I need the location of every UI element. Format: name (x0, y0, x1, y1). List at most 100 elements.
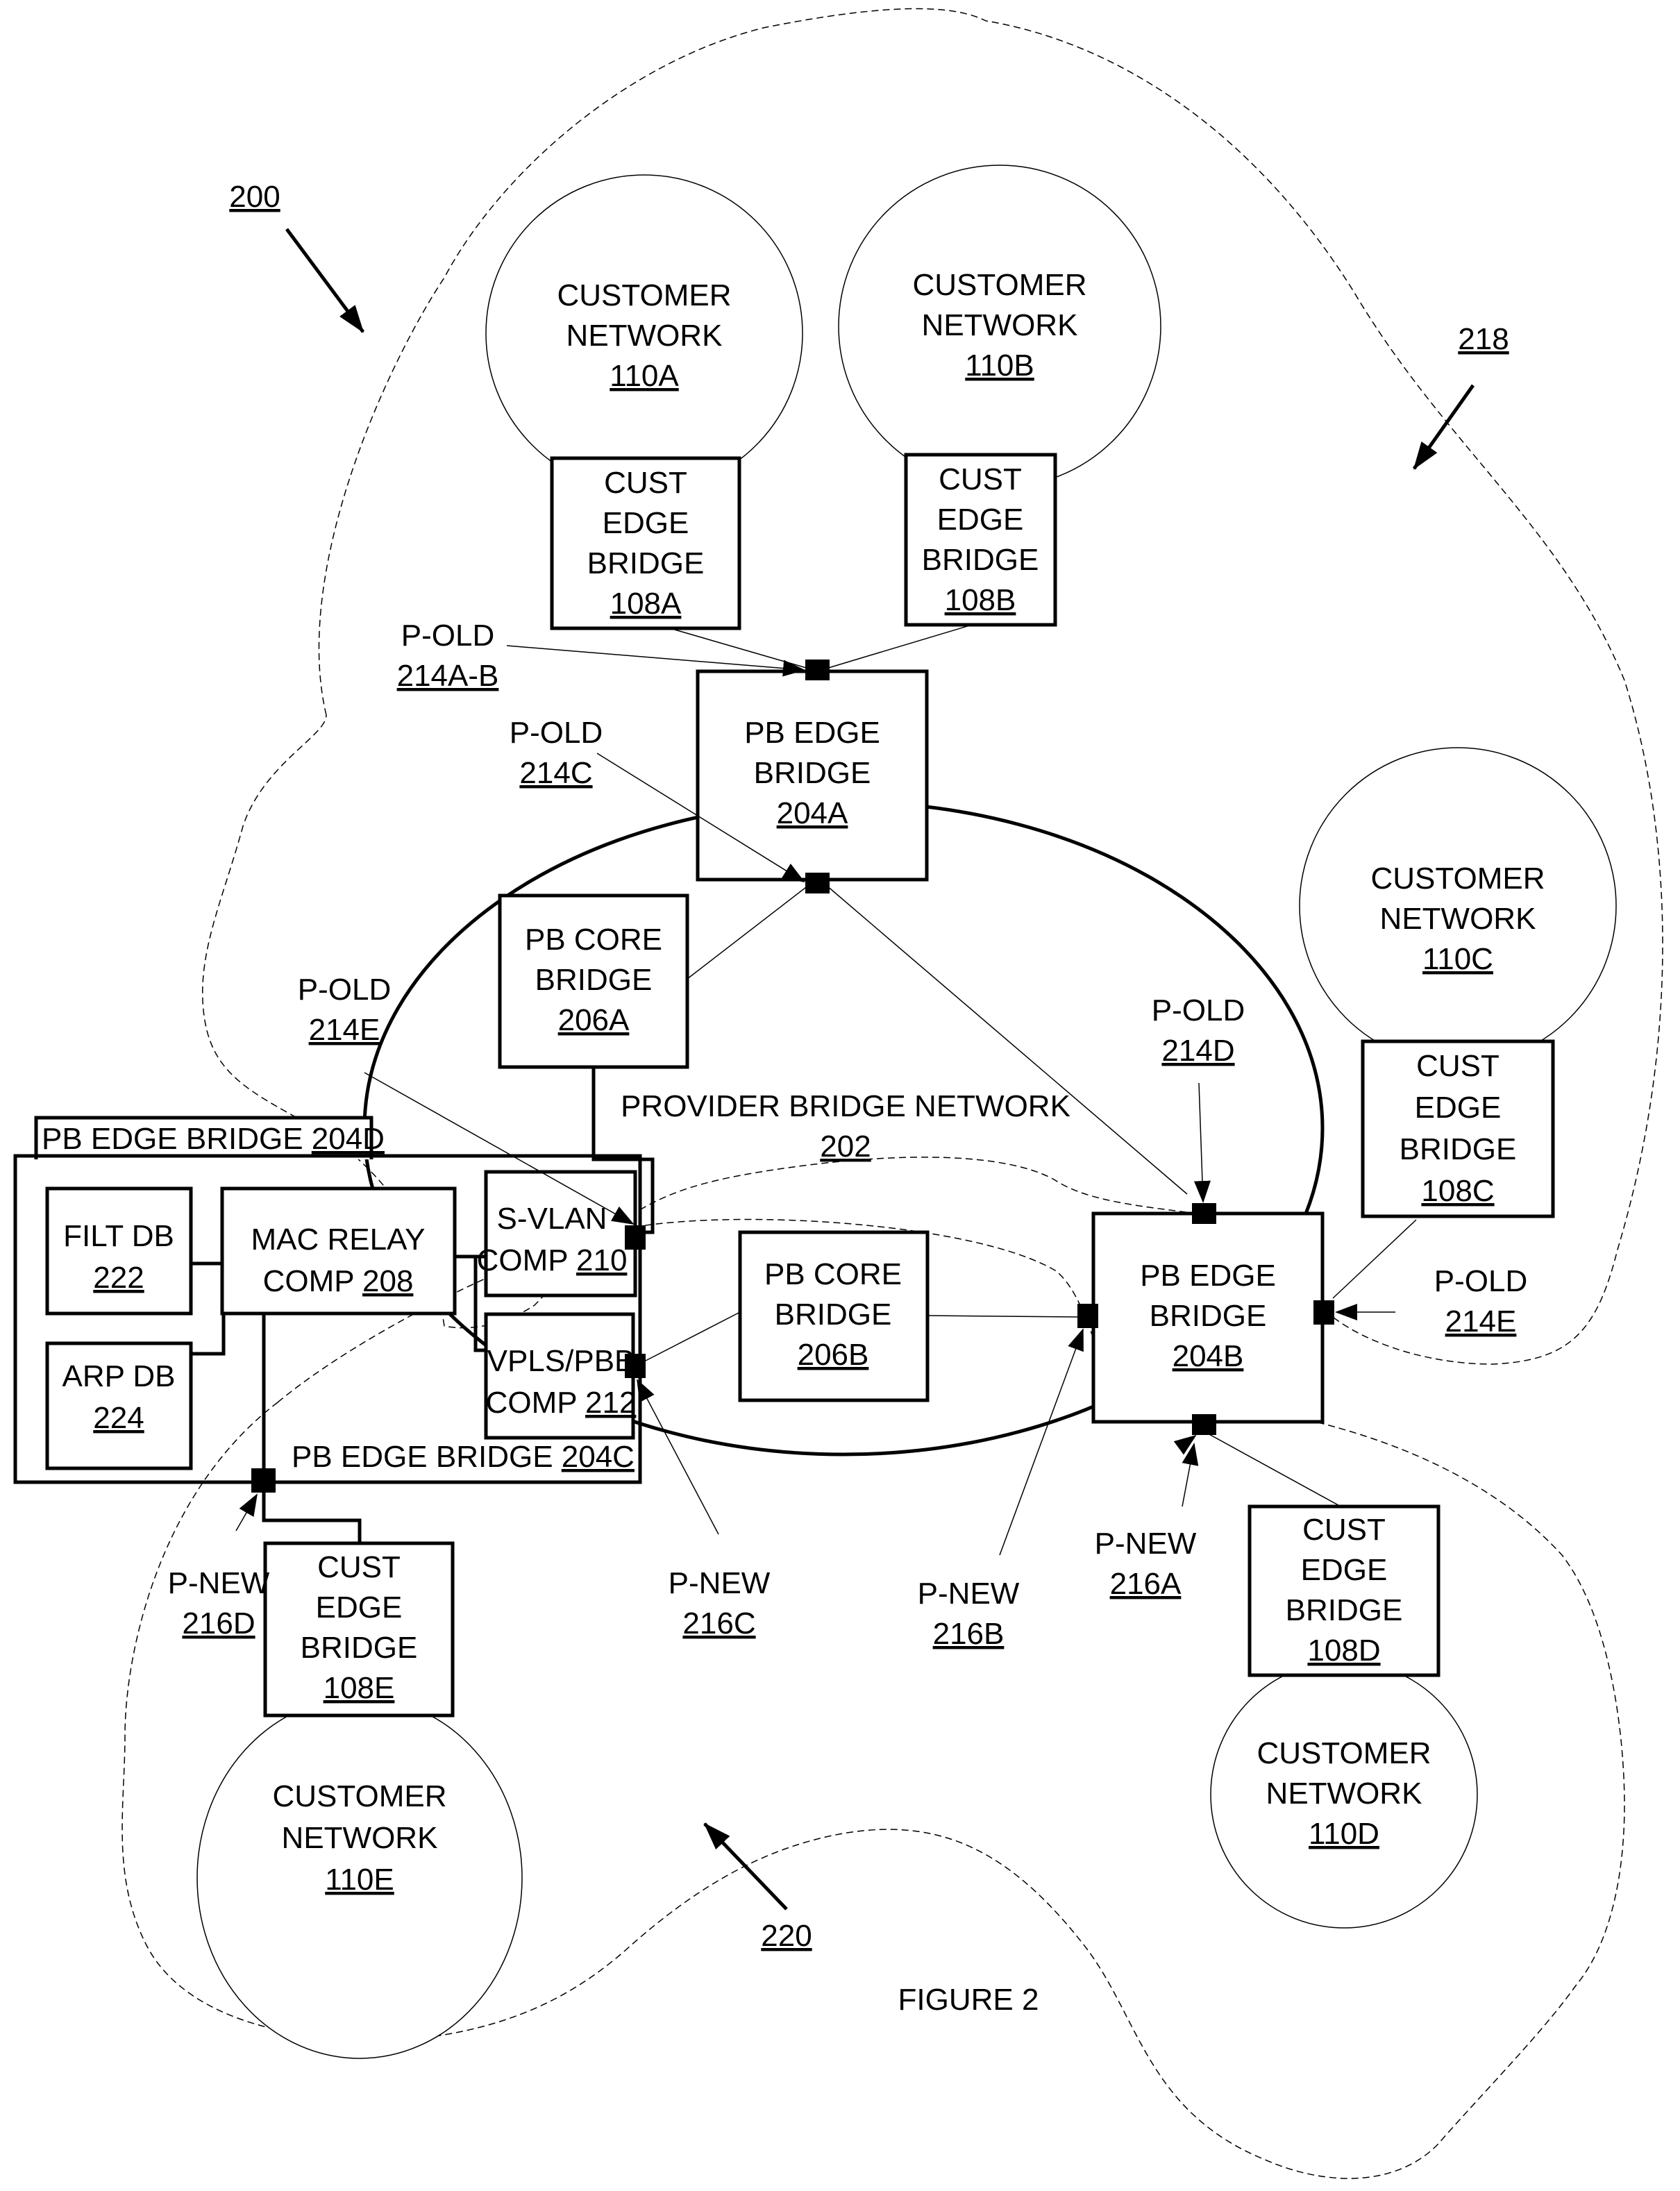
svg-text:214D: 214D (1161, 1034, 1234, 1068)
svg-text:BRIDGE: BRIDGE (1150, 1299, 1267, 1333)
svg-text:EDGE: EDGE (316, 1590, 403, 1625)
svg-text:PROVIDER BRIDGE NETWORK: PROVIDER BRIDGE NETWORK (621, 1089, 1070, 1123)
svg-text:206A: 206A (558, 1003, 630, 1037)
svg-text:EDGE: EDGE (1301, 1553, 1388, 1587)
svg-text:NETWORK: NETWORK (1380, 902, 1536, 936)
cust-edge-bridge-108d: CUST EDGE BRIDGE 108D (1248, 1504, 1440, 1677)
vpls-pbb-comp-212: VPLS/PBB COMP 212 (484, 1312, 637, 1440)
svg-text:CUST: CUST (604, 466, 687, 500)
svg-text:110A: 110A (610, 359, 679, 393)
svg-text:CUST: CUST (939, 462, 1022, 496)
svg-text:P-NEW: P-NEW (168, 1566, 270, 1600)
svg-text:NETWORK: NETWORK (1266, 1777, 1422, 1811)
filt-db-222: FILT DB 222 (45, 1186, 193, 1316)
mac-relay-comp-208: MAC RELAY COMP 208 (220, 1186, 457, 1316)
port-216a (1192, 1414, 1216, 1435)
svg-text:FILT DB: FILT DB (63, 1219, 174, 1253)
svg-text:BRIDGE: BRIDGE (754, 756, 871, 790)
svg-text:110B: 110B (965, 349, 1034, 383)
svg-text:EDGE: EDGE (603, 506, 689, 540)
svg-text:222: 222 (93, 1261, 144, 1295)
svg-text:P-OLD: P-OLD (510, 716, 603, 750)
port-214a-b (805, 660, 830, 680)
svg-text:BRIDGE: BRIDGE (1400, 1132, 1517, 1166)
cust-edge-bridge-108c: CUST EDGE BRIDGE 108C (1361, 1039, 1555, 1218)
svg-text:CUST: CUST (1416, 1049, 1500, 1083)
svg-text:110C: 110C (1422, 942, 1493, 976)
svg-text:110E: 110E (325, 1863, 394, 1897)
pb-edge-bridge-204a: PB EDGE BRIDGE 204A (696, 669, 929, 882)
svg-text:CUSTOMER: CUSTOMER (273, 1779, 447, 1813)
svg-text:PB EDGE BRIDGE 204D: PB EDGE BRIDGE 204D (42, 1122, 385, 1156)
svg-text:P-OLD: P-OLD (298, 973, 391, 1007)
cust-edge-bridge-108a: CUST EDGE BRIDGE 108A (550, 456, 741, 630)
svg-text:214A-B: 214A-B (397, 659, 499, 693)
svg-text:CUSTOMER: CUSTOMER (1371, 862, 1545, 896)
port-216c (625, 1354, 646, 1378)
svg-text:BRIDGE: BRIDGE (1286, 1593, 1403, 1627)
ref-220-arrow (703, 1822, 788, 1911)
svg-text:CUST: CUST (317, 1550, 401, 1584)
svg-text:ARP DB: ARP DB (62, 1359, 175, 1393)
svg-text:216A: 216A (1110, 1567, 1182, 1601)
svg-text:CUSTOMER: CUSTOMER (913, 268, 1087, 302)
svg-text:P-OLD: P-OLD (401, 619, 494, 653)
pb-edge-bridge-204b: PB EDGE BRIDGE 204B (1091, 1211, 1325, 1424)
svg-text:P-OLD: P-OLD (1152, 993, 1245, 1027)
s-vlan-comp-210: S-VLAN COMP 210 (477, 1170, 637, 1298)
svg-text:110D: 110D (1309, 1817, 1379, 1851)
svg-text:108D: 108D (1307, 1634, 1380, 1668)
svg-text:COMP 208: COMP 208 (263, 1264, 414, 1298)
svg-text:202: 202 (820, 1130, 871, 1164)
svg-text:BRIDGE: BRIDGE (922, 543, 1039, 577)
svg-text:VPLS/PBB: VPLS/PBB (487, 1344, 635, 1378)
svg-text:EDGE: EDGE (937, 503, 1024, 537)
svg-text:P-NEW: P-NEW (918, 1577, 1020, 1611)
port-214e-left (625, 1225, 646, 1250)
svg-text:MAC RELAY: MAC RELAY (251, 1223, 425, 1257)
pb-edge-bridge-204d: PB EDGE BRIDGE 204D (34, 1116, 385, 1159)
provider-bridge-network-label: PROVIDER BRIDGE NETWORK 202 (621, 1089, 1070, 1164)
svg-text:COMP 212: COMP 212 (486, 1386, 637, 1420)
svg-text:214E: 214E (1445, 1304, 1517, 1338)
svg-text:216C: 216C (682, 1606, 755, 1640)
svg-text:NETWORK: NETWORK (922, 308, 1078, 342)
arp-db-224: ARP DB 224 (45, 1341, 193, 1470)
figure-title: FIGURE 2 (898, 1983, 1039, 2017)
svg-text:204B: 204B (1173, 1339, 1244, 1373)
svg-text:CUSTOMER: CUSTOMER (557, 278, 732, 312)
svg-text:216D: 216D (182, 1606, 255, 1640)
svg-text:BRIDGE: BRIDGE (535, 963, 653, 997)
svg-text:206B: 206B (798, 1338, 869, 1372)
svg-text:204A: 204A (777, 796, 848, 830)
ref-220-label: 220 (761, 1919, 812, 1953)
svg-text:216B: 216B (933, 1617, 1005, 1651)
svg-text:PB CORE: PB CORE (525, 923, 662, 957)
svg-text:P-NEW: P-NEW (1095, 1527, 1197, 1561)
svg-text:214E: 214E (309, 1013, 380, 1047)
svg-text:NETWORK: NETWORK (566, 319, 723, 353)
svg-text:PB EDGE: PB EDGE (744, 716, 880, 750)
svg-text:NETWORK: NETWORK (282, 1821, 438, 1855)
pb-core-bridge-206a: PB CORE BRIDGE 206A (498, 893, 689, 1069)
svg-text:CUST: CUST (1302, 1513, 1386, 1547)
port-214e-right (1313, 1300, 1334, 1325)
port-216b (1077, 1304, 1098, 1328)
svg-text:108B: 108B (945, 583, 1016, 617)
ref-218-label: 218 (1458, 322, 1509, 356)
svg-text:CUSTOMER: CUSTOMER (1257, 1736, 1431, 1770)
port-214c (805, 873, 830, 893)
svg-text:P-NEW: P-NEW (669, 1566, 771, 1600)
cust-edge-bridge-108b: CUST EDGE BRIDGE 108B (904, 453, 1057, 627)
svg-text:108E: 108E (324, 1671, 395, 1705)
svg-text:S-VLAN: S-VLAN (497, 1202, 607, 1236)
svg-text:COMP 210: COMP 210 (477, 1243, 628, 1277)
ref-218-arrow (1412, 384, 1475, 470)
svg-text:BRIDGE: BRIDGE (775, 1298, 892, 1332)
ref-200-label: 200 (229, 180, 280, 214)
ref-200-arrow (285, 228, 365, 333)
svg-text:PB CORE: PB CORE (764, 1257, 902, 1291)
svg-text:BRIDGE: BRIDGE (301, 1631, 418, 1665)
svg-text:PB EDGE BRIDGE 204C: PB EDGE BRIDGE 204C (292, 1440, 635, 1474)
svg-text:EDGE: EDGE (1415, 1091, 1502, 1125)
